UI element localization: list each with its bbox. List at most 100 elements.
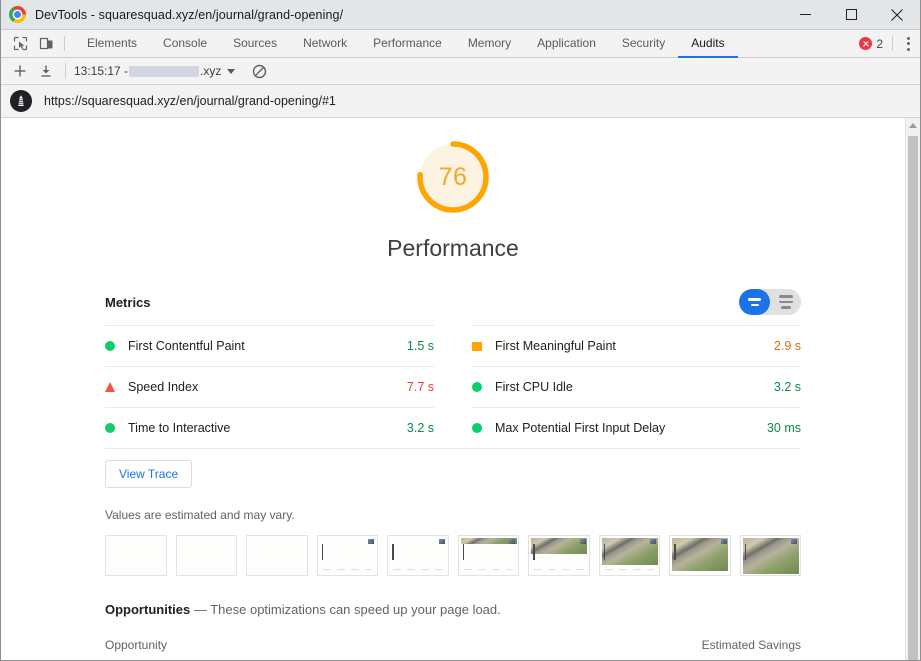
status-circle-icon bbox=[105, 423, 115, 433]
window-title: DevTools - squaresquad.xyz/en/journal/gr… bbox=[35, 7, 344, 22]
lighthouse-report: 76 Performance Metrics First Contentful … bbox=[1, 118, 905, 660]
filmstrip-frame[interactable] bbox=[316, 535, 378, 576]
status-triangle-icon bbox=[105, 382, 115, 392]
frame-content-mark bbox=[603, 544, 605, 560]
opportunities-subtitle: These optimizations can speed up your pa… bbox=[210, 602, 501, 617]
metric-label: First Meaningful Paint bbox=[495, 339, 616, 353]
opportunities-table-header: Opportunity Estimated Savings bbox=[105, 638, 801, 660]
filmstrip-frame[interactable] bbox=[669, 535, 731, 576]
frame-corner-thumb bbox=[650, 539, 656, 544]
audit-run-domain: .xyz bbox=[200, 64, 222, 78]
devtools-tool-icons bbox=[1, 30, 74, 57]
frame-corner-thumb bbox=[720, 539, 727, 544]
view-trace-button[interactable]: View Trace bbox=[105, 460, 193, 488]
tab-network[interactable]: Network bbox=[290, 30, 360, 58]
tab-memory[interactable]: Memory bbox=[455, 30, 524, 58]
close-button[interactable] bbox=[874, 0, 920, 30]
device-toolbar-icon[interactable] bbox=[33, 31, 59, 57]
tab-security[interactable]: Security bbox=[609, 30, 678, 58]
metric-row[interactable]: Speed Index 7.7 s bbox=[105, 366, 434, 407]
filmstrip-frame[interactable] bbox=[105, 535, 167, 576]
metric-label: Time to Interactive bbox=[128, 421, 231, 435]
performance-label: Performance bbox=[387, 235, 519, 261]
frame-corner-thumb bbox=[509, 539, 515, 544]
frame-footer-line bbox=[393, 569, 443, 570]
toggle-line bbox=[750, 303, 759, 307]
frame-corner-thumb bbox=[579, 539, 586, 544]
tab-console[interactable]: Console bbox=[150, 30, 220, 58]
metrics-section-title: Metrics bbox=[105, 294, 151, 310]
metrics-view-toggle[interactable] bbox=[739, 289, 801, 315]
filmstrip-frame[interactable] bbox=[457, 535, 519, 576]
frame-footer-line bbox=[604, 569, 654, 570]
metrics-toggle-detailed[interactable] bbox=[770, 289, 801, 315]
clear-audits-icon[interactable] bbox=[246, 59, 272, 83]
maximize-button[interactable] bbox=[828, 0, 874, 30]
frame-content-mark bbox=[392, 544, 394, 560]
tab-audits[interactable]: Audits bbox=[678, 30, 738, 58]
tab-label: Application bbox=[537, 36, 596, 50]
metrics-toggle-simple[interactable] bbox=[739, 289, 770, 315]
tab-label: Audits bbox=[691, 36, 725, 50]
metric-label: First Contentful Paint bbox=[128, 339, 245, 353]
filmstrip-frame[interactable] bbox=[739, 535, 801, 576]
metric-row[interactable]: Time to Interactive 3.2 s bbox=[105, 407, 434, 448]
inspect-element-icon[interactable] bbox=[7, 31, 33, 57]
audits-toolbar: 13:15:17 - .xyz bbox=[1, 58, 920, 85]
filmstrip-frame[interactable] bbox=[246, 535, 308, 576]
tab-label: Sources bbox=[233, 36, 278, 50]
error-count-badge[interactable]: 2 bbox=[859, 37, 883, 51]
scrollbar-thumb[interactable] bbox=[908, 136, 918, 660]
lighthouse-logo-icon bbox=[10, 90, 32, 112]
new-audit-icon[interactable] bbox=[7, 59, 33, 83]
metric-row[interactable]: First CPU Idle 3.2 s bbox=[472, 366, 801, 407]
metric-value: 30 ms bbox=[766, 421, 801, 435]
report-sections: Metrics First Contentful Paint 1.5 s Fir… bbox=[1, 289, 905, 660]
frame-content-mark bbox=[533, 544, 535, 560]
metric-value: 3.2 s bbox=[773, 380, 801, 394]
frame-corner-thumb bbox=[438, 539, 445, 544]
audit-run-select[interactable]: 13:15:17 - .xyz bbox=[72, 64, 237, 78]
opportunities-title: Opportunities — These optimizations can … bbox=[105, 602, 801, 617]
status-circle-icon bbox=[472, 382, 482, 392]
metric-row[interactable]: First Meaningful Paint 2.9 s bbox=[472, 325, 801, 366]
filmstrip-frame[interactable] bbox=[175, 535, 237, 576]
frame-content-mark bbox=[674, 544, 676, 560]
tab-label: Network bbox=[303, 36, 348, 50]
filmstrip-frame[interactable] bbox=[598, 535, 660, 576]
redacted-domain bbox=[129, 65, 200, 77]
metric-value: 3.2 s bbox=[406, 421, 434, 435]
metric-row[interactable]: First Contentful Paint 1.5 s bbox=[105, 325, 434, 366]
devtools-tab-bar: Elements Console Sources Network Perform… bbox=[1, 30, 920, 58]
report-scrollbar[interactable] bbox=[905, 118, 920, 660]
tab-label: Security bbox=[621, 36, 666, 50]
toggle-line bbox=[778, 295, 793, 298]
frame-corner-thumb bbox=[368, 539, 374, 544]
minimize-button[interactable] bbox=[782, 0, 828, 30]
filmstrip-frame[interactable] bbox=[528, 535, 590, 576]
filmstrip-frame[interactable] bbox=[387, 535, 449, 576]
metric-value: 2.9 s bbox=[773, 339, 801, 353]
audited-url-bar: https://squaresquad.xyz/en/journal/grand… bbox=[1, 85, 920, 118]
score-block: 76 Performance bbox=[1, 118, 905, 262]
title-bar: DevTools - squaresquad.xyz/en/journal/gr… bbox=[1, 0, 920, 30]
tab-performance[interactable]: Performance bbox=[360, 30, 455, 58]
audited-url[interactable]: https://squaresquad.xyz/en/journal/grand… bbox=[44, 94, 336, 108]
frame-footer-line bbox=[322, 569, 372, 570]
status-square-icon bbox=[472, 341, 482, 351]
tab-sources[interactable]: Sources bbox=[220, 30, 290, 58]
report-area: 76 Performance Metrics First Contentful … bbox=[1, 118, 920, 660]
metrics-grid: First Contentful Paint 1.5 s First Meani… bbox=[105, 325, 801, 448]
tab-application[interactable]: Application bbox=[524, 30, 609, 58]
view-trace-row: View Trace bbox=[105, 448, 801, 488]
metric-row[interactable]: Max Potential First Input Delay 30 ms bbox=[472, 407, 801, 448]
toggle-line bbox=[778, 300, 793, 304]
export-audit-icon[interactable] bbox=[33, 59, 59, 83]
tab-elements[interactable]: Elements bbox=[74, 30, 150, 58]
audits-toolbar-divider bbox=[65, 63, 66, 79]
error-count: 2 bbox=[876, 36, 883, 51]
column-estimated-savings: Estimated Savings bbox=[701, 638, 801, 652]
tab-label: Memory bbox=[467, 36, 512, 50]
more-options-icon[interactable] bbox=[900, 36, 916, 51]
scroll-up-arrow-icon[interactable] bbox=[906, 118, 920, 133]
